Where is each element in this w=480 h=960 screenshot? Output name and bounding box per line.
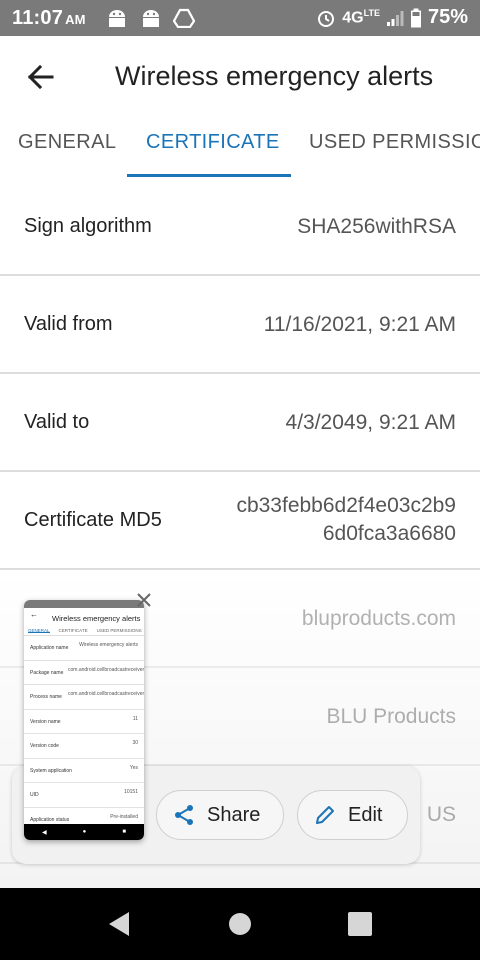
row-value: SHA256withRSA bbox=[297, 215, 456, 238]
nav-recents-icon[interactable] bbox=[346, 910, 374, 938]
thumbnail-row-key: System application bbox=[30, 767, 72, 774]
battery-icon bbox=[410, 8, 421, 27]
thumbnail-row-key: Process name bbox=[30, 694, 62, 700]
row-value: bluproducts.com bbox=[301, 607, 456, 630]
row-value-line-1: cb33febb6d2f4e03c2b9 bbox=[236, 494, 456, 517]
thumbnail-nav-bar: ◀ ● ■ bbox=[24, 824, 144, 840]
thumbnail-home-nav-icon: ● bbox=[82, 829, 87, 835]
thumbnail-row-value: 10151 bbox=[124, 789, 138, 795]
status-time-value: 11:07 bbox=[12, 7, 64, 29]
row-value: BLU Products bbox=[326, 705, 456, 728]
thumbnail-row-value: Pre-installed bbox=[110, 813, 138, 820]
status-bar: 11:07 AM 4GLTE 75% bbox=[0, 0, 480, 36]
row-value: 11/16/2021, 9:21 AM bbox=[263, 313, 456, 336]
row-valid-from[interactable]: Valid from 11/16/2021, 9:21 AM bbox=[0, 276, 480, 374]
share-button-label: Share bbox=[207, 803, 261, 826]
nav-home-icon[interactable] bbox=[226, 910, 254, 938]
thumbnail-row-key: Package name bbox=[30, 669, 64, 676]
thumbnail-row-value: com.android.cellbroadcastreceiver bbox=[68, 691, 144, 697]
thumbnail-back-nav-icon: ◀ bbox=[42, 829, 47, 836]
google-drive-icon bbox=[173, 8, 195, 28]
status-time: 11:07 AM bbox=[12, 7, 86, 30]
status-right: 4GLTE 75% bbox=[316, 6, 468, 29]
row-valid-to[interactable]: Valid to 4/3/2049, 9:21 AM bbox=[0, 374, 480, 472]
thumbnail-row: Version name 11 bbox=[24, 710, 144, 734]
share-icon bbox=[175, 805, 193, 825]
thumbnail-status-bar bbox=[24, 600, 144, 608]
system-navigation-bar bbox=[0, 888, 480, 960]
thumbnail-row-value: 30 bbox=[132, 740, 138, 746]
thumbnail-row-key: Version name bbox=[30, 718, 61, 725]
screenshot-thumbnail[interactable]: ← Wireless emergency alerts GENERAL CERT… bbox=[24, 600, 144, 840]
page-title: Wireless emergency alerts bbox=[115, 61, 434, 91]
row-value: cb33febb6d2f4e03c2b9 6d0fca3a6680 bbox=[236, 492, 456, 548]
active-tab-indicator bbox=[127, 174, 291, 177]
thumbnail-row: System application Yes bbox=[24, 759, 144, 783]
row-label: Valid to bbox=[24, 411, 90, 433]
thumbnail-row: Package name com.android.cellbroadcastrec… bbox=[24, 661, 144, 685]
alarm-icon bbox=[318, 10, 335, 27]
signal-icon bbox=[386, 10, 404, 26]
thumbnail-back-icon: ← bbox=[30, 610, 38, 619]
tab-general[interactable]: GENERAL bbox=[18, 120, 116, 178]
thumbnail-row-key: Version code bbox=[30, 743, 59, 749]
thumbnail-row-value: 11 bbox=[132, 715, 138, 722]
tab-used-permissions[interactable]: USED PERMISSIONS bbox=[309, 120, 480, 178]
thumbnail-row: Version code 30 bbox=[24, 734, 144, 759]
row-certificate-md5[interactable]: Certificate MD5 cb33febb6d2f4e03c2b9 6d0… bbox=[0, 472, 480, 570]
pencil-icon bbox=[316, 806, 334, 824]
close-icon[interactable] bbox=[134, 590, 154, 610]
status-time-ampm: AM bbox=[65, 12, 86, 27]
network-type-value: 4G bbox=[342, 9, 364, 27]
thumbnail-tab: USED PERMISSIONS bbox=[96, 628, 142, 633]
row-value: US bbox=[426, 803, 456, 826]
thumbnail-tabs: GENERAL CERTIFICATE USED PERMISSIONS bbox=[24, 626, 144, 636]
thumbnail-row-key: UID bbox=[30, 792, 39, 798]
tab-certificate[interactable]: CERTIFICATE bbox=[146, 120, 280, 178]
thumbnail-row: Process name com.android.cellbroadcastrec… bbox=[24, 685, 144, 710]
network-type-sup: LTE bbox=[363, 7, 380, 18]
thumbnail-row-value: Yes bbox=[129, 764, 138, 771]
row-value: 4/3/2049, 9:21 AM bbox=[285, 411, 456, 434]
network-type: 4GLTE bbox=[342, 8, 380, 27]
tab-bar: GENERAL CERTIFICATE USED PERMISSIONS bbox=[0, 120, 480, 178]
thumbnail-title: Wireless emergency alerts bbox=[52, 614, 141, 623]
thumbnail-row-value: Wireless emergency alerts bbox=[79, 642, 138, 648]
android-apk-icon bbox=[109, 10, 125, 27]
thumbnail-tab: GENERAL bbox=[28, 628, 50, 633]
nav-back-icon[interactable] bbox=[105, 910, 133, 938]
row-sign-algorithm[interactable]: Sign algorithm SHA256withRSA bbox=[0, 178, 480, 276]
share-button[interactable]: Share bbox=[156, 790, 284, 840]
battery-percent: 75% bbox=[427, 6, 468, 28]
thumbnail-row-key: Application name bbox=[30, 645, 69, 651]
thumbnail-row-key: Application status bbox=[30, 816, 70, 823]
row-label: Certificate MD5 bbox=[24, 509, 162, 531]
thumbnail-row: UID 10151 bbox=[24, 783, 144, 808]
row-label: Sign algorithm bbox=[24, 215, 152, 237]
thumbnail-row: Application name Wireless emergency alert… bbox=[24, 636, 144, 661]
thumbnail-recents-nav-icon: ■ bbox=[122, 829, 126, 835]
edit-button[interactable]: Edit bbox=[297, 790, 408, 840]
edit-button-label: Edit bbox=[348, 803, 383, 826]
thumbnail-row-value: com.android.cellbroadcastreceiver bbox=[68, 666, 144, 673]
back-button[interactable] bbox=[22, 58, 60, 96]
app-bar: Wireless emergency alerts bbox=[0, 36, 480, 120]
thumbnail-tab: CERTIFICATE bbox=[58, 628, 88, 633]
android-apk-icon bbox=[143, 10, 159, 27]
row-label: Valid from bbox=[24, 313, 113, 335]
row-value-line-2: 6d0fca3a6680 bbox=[322, 522, 456, 545]
